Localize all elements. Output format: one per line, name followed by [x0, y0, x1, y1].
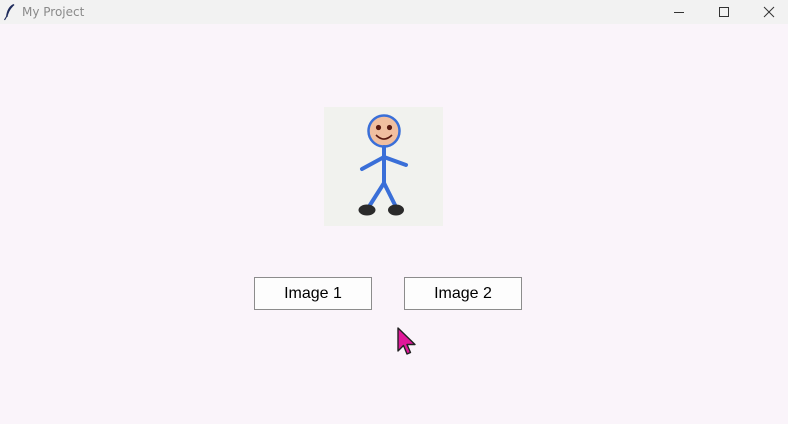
close-button[interactable]: [746, 0, 788, 24]
image2-button[interactable]: Image 2: [404, 277, 522, 310]
maximize-button[interactable]: [701, 0, 747, 24]
mouse-pointer-icon: [397, 327, 416, 355]
title-bar[interactable]: My Project: [0, 0, 788, 24]
minimize-button[interactable]: [656, 0, 702, 24]
window-title: My Project: [22, 5, 85, 19]
minimize-icon: [674, 12, 684, 13]
image1-button[interactable]: Image 1: [254, 277, 372, 310]
image-display: [324, 107, 443, 226]
maximize-icon: [719, 7, 729, 17]
feather-icon: [3, 4, 15, 21]
close-icon: [763, 6, 775, 18]
app-window: My Project Image 1 Image 2: [0, 0, 788, 424]
stick-figure-icon: [358, 114, 408, 216]
